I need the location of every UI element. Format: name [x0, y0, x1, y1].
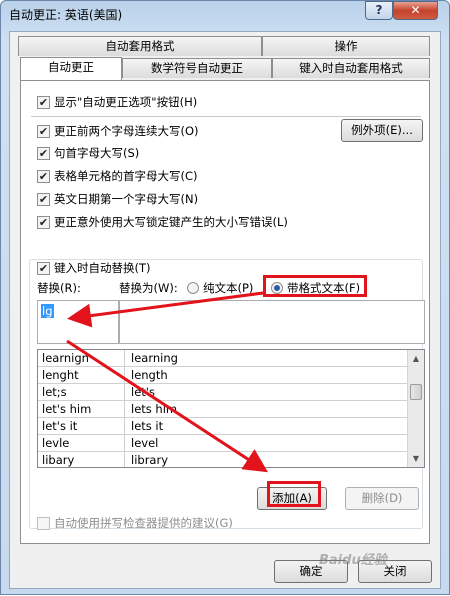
list-item[interactable]: lenght length: [38, 367, 424, 384]
list-item[interactable]: let;s let's: [38, 384, 424, 401]
checkbox-checked-icon[interactable]: ✔: [37, 124, 50, 138]
entry-from: let's him: [42, 402, 92, 416]
scroll-down-icon[interactable]: ▼: [408, 450, 424, 467]
list-item[interactable]: let's him lets him: [38, 401, 424, 418]
option-label: 自动使用拼写检查器提供的建议(G): [54, 516, 233, 530]
autocorrect-panel: ✔ 显示"自动更正选项"按钮(H) ✔ 更正前两个字母连续大写(O) 例外项(E…: [20, 80, 430, 544]
option-label: 句首字母大写(S): [54, 146, 140, 160]
window-title: 自动更正: 英语(美国): [9, 8, 123, 22]
radio-unselected-icon[interactable]: [187, 282, 199, 294]
entry-from: libary: [42, 453, 75, 467]
entry-from: let's it: [42, 419, 78, 433]
replace-input[interactable]: lg: [37, 300, 119, 344]
entry-to: lets it: [124, 418, 163, 434]
title-bar: 自动更正: 英语(美国) ? ✕: [1, 1, 449, 27]
entry-to: let's: [124, 384, 155, 400]
entry-from: let;s: [42, 385, 67, 399]
entry-to: length: [124, 367, 168, 383]
checkbox-checked-icon[interactable]: ✔: [37, 169, 50, 183]
scroll-thumb[interactable]: [410, 384, 422, 400]
spell-checker-suggestions-option[interactable]: 自动使用拼写检查器提供的建议(G): [37, 515, 233, 531]
formatted-text-highlight: [263, 275, 367, 297]
option-label: 键入时自动替换(T): [54, 261, 151, 275]
entry-from: learnign: [42, 351, 89, 365]
show-autocorrect-buttons-option[interactable]: ✔ 显示"自动更正选项"按钮(H): [37, 94, 197, 110]
replace-as-you-type-option[interactable]: ✔ 键入时自动替换(T): [37, 260, 154, 276]
close-window-button[interactable]: ✕: [393, 1, 438, 20]
entry-to: library: [124, 452, 168, 467]
two-initial-caps-option[interactable]: ✔ 更正前两个字母连续大写(O): [37, 123, 199, 139]
help-button[interactable]: ?: [365, 1, 393, 20]
option-label: 表格单元格的首字母大写(C): [54, 169, 198, 183]
exceptions-button[interactable]: 例外项(E)...: [341, 119, 423, 142]
replace-input-value: lg: [41, 304, 54, 318]
entry-from: levle: [42, 436, 70, 450]
list-item[interactable]: learnign learning: [38, 350, 424, 367]
list-scrollbar[interactable]: ▲ ▼: [407, 350, 424, 467]
tab-actions[interactable]: 操作: [262, 36, 430, 56]
replacement-list[interactable]: learnign learning lenght length let;s le…: [37, 349, 425, 468]
entry-to: learning: [124, 350, 178, 366]
option-label: 英文日期第一个字母大写(N): [54, 192, 199, 206]
tab-autoformat-as-you-type[interactable]: 键入时自动套用格式: [272, 58, 430, 78]
caps-lock-option[interactable]: ✔ 更正意外使用大写锁定键产生的大小写错误(L): [37, 214, 288, 230]
checkbox-checked-icon[interactable]: ✔: [37, 95, 50, 109]
capitalize-sentence-option[interactable]: ✔ 句首字母大写(S): [37, 145, 139, 161]
autocorrect-dialog: 自动更正: 英语(美国) ? ✕ 自动套用格式 操作 自动更正 数学符号自动更正…: [0, 0, 450, 595]
checkbox-checked-icon[interactable]: ✔: [37, 192, 50, 206]
checkbox-checked-icon[interactable]: ✔: [37, 215, 50, 229]
tab-math-autocorrect[interactable]: 数学符号自动更正: [122, 58, 272, 78]
plain-text-radio[interactable]: 纯文本(P): [187, 280, 253, 296]
tab-autocorrect[interactable]: 自动更正: [20, 57, 122, 80]
replace-with-label: 替换为(W):: [119, 281, 178, 295]
entry-from: lenght: [42, 368, 79, 382]
watermark: Baidu经验: [319, 553, 387, 568]
add-button-highlight: [267, 481, 321, 507]
checkbox-checked-icon[interactable]: ✔: [37, 146, 50, 160]
replace-with-input[interactable]: [119, 300, 425, 344]
checkbox-checked-icon[interactable]: ✔: [37, 261, 50, 275]
delete-button[interactable]: 删除(D): [345, 487, 419, 510]
list-item[interactable]: levle level: [38, 435, 424, 452]
scroll-up-icon[interactable]: ▲: [408, 350, 424, 367]
radio-label: 纯文本(P): [203, 281, 254, 295]
replace-label: 替换(R):: [37, 281, 81, 295]
list-item[interactable]: let's it lets it: [38, 418, 424, 435]
entry-to: lets him: [124, 401, 177, 417]
list-item[interactable]: libary library: [38, 452, 424, 467]
entry-to: level: [124, 435, 158, 451]
option-label: 更正前两个字母连续大写(O): [54, 124, 199, 138]
tab-autoformat[interactable]: 自动套用格式: [18, 36, 262, 56]
option-label: 更正意外使用大写锁定键产生的大小写错误(L): [54, 215, 288, 229]
dialog-client-area: 自动套用格式 操作 自动更正 数学符号自动更正 键入时自动套用格式 ✔ 显示"自…: [9, 31, 441, 589]
divider: [31, 116, 421, 117]
capitalize-table-cell-option[interactable]: ✔ 表格单元格的首字母大写(C): [37, 168, 198, 184]
checkbox-disabled-icon[interactable]: [37, 516, 50, 530]
option-label: 显示"自动更正选项"按钮(H): [54, 95, 198, 109]
capitalize-day-names-option[interactable]: ✔ 英文日期第一个字母大写(N): [37, 191, 198, 207]
